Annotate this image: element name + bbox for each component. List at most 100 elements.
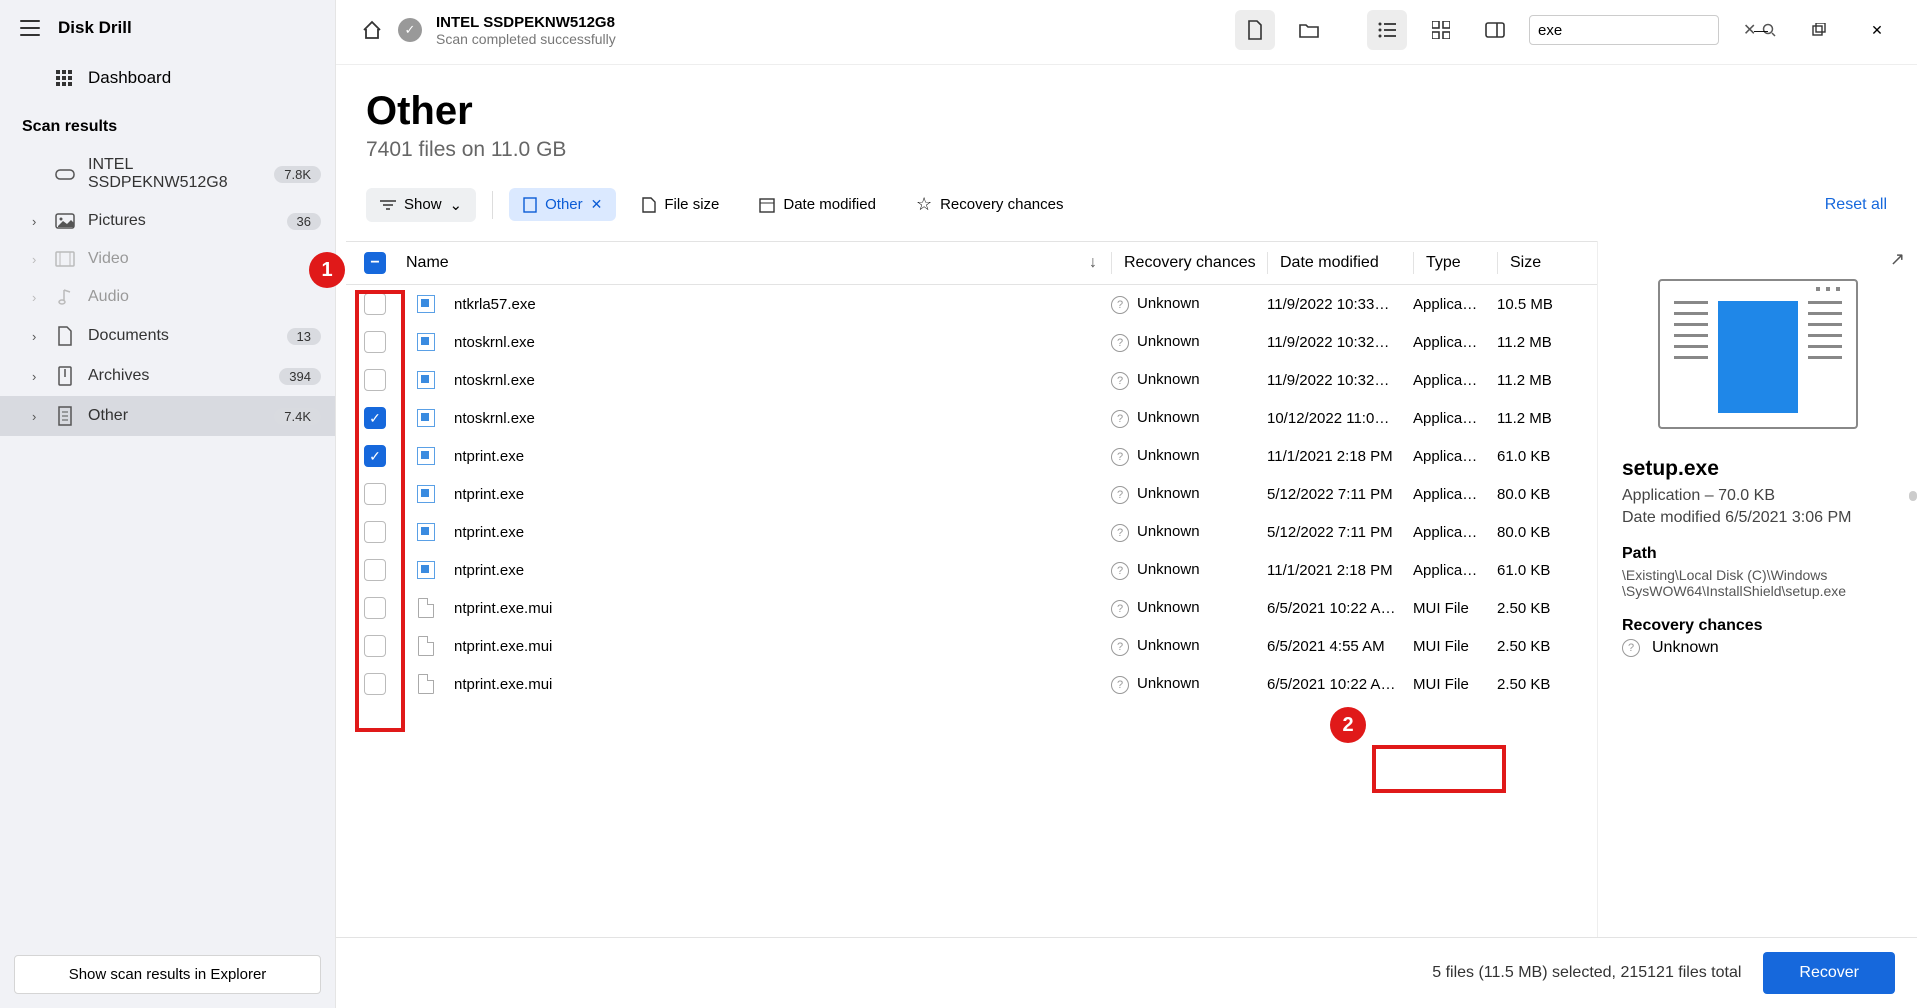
row-checkbox[interactable] xyxy=(364,331,386,353)
col-size[interactable]: Size xyxy=(1497,252,1597,274)
sidebar-item-audio[interactable]: › Audio xyxy=(0,278,335,316)
table-row[interactable]: ntoskrnl.exe?Unknown11/9/2022 10:32…Appl… xyxy=(346,361,1597,399)
toolbar-list-view-button[interactable] xyxy=(1367,10,1407,50)
toolbar-folder-button[interactable] xyxy=(1289,10,1329,50)
row-checkbox[interactable] xyxy=(364,673,386,695)
file-name: ntprint.exe xyxy=(454,562,524,579)
sidebar-item-pictures[interactable]: › Pictures 36 xyxy=(0,202,335,240)
chip-remove-icon[interactable]: ✕ xyxy=(591,196,603,213)
type-value: Applica… xyxy=(1413,448,1497,465)
recovery-value: Unknown xyxy=(1137,485,1200,502)
size-value: 11.2 MB xyxy=(1497,334,1597,351)
recchance-label: Recovery chances xyxy=(1622,617,1893,635)
table-row[interactable]: ntprint.exe?Unknown11/1/2021 2:18 PMAppl… xyxy=(346,551,1597,589)
table-row[interactable]: ✓ntprint.exe?Unknown11/1/2021 2:18 PMApp… xyxy=(346,437,1597,475)
row-checkbox[interactable]: ✓ xyxy=(364,445,386,467)
open-external-icon[interactable]: ↗ xyxy=(1890,249,1905,270)
scan-title: INTEL SSDPEKNW512G8 xyxy=(436,14,1221,31)
filesize-filter[interactable]: File size xyxy=(628,188,733,221)
row-checkbox[interactable] xyxy=(364,293,386,315)
recovery-value: Unknown xyxy=(1137,295,1200,312)
sidebar-item-other[interactable]: › Other 7.4K xyxy=(0,396,335,436)
path-label: Path xyxy=(1622,545,1893,563)
size-value: 61.0 KB xyxy=(1497,448,1597,465)
preview-image-icon xyxy=(1718,301,1798,413)
date-value: 10/12/2022 11:0… xyxy=(1267,410,1413,427)
maximize-button[interactable] xyxy=(1803,14,1835,46)
table-row[interactable]: ntprint.exe.mui?Unknown6/5/2021 10:22 A…… xyxy=(346,665,1597,703)
table-row[interactable]: ntprint.exe?Unknown5/12/2022 7:11 PMAppl… xyxy=(346,513,1597,551)
sidebar-item-video[interactable]: › Video xyxy=(0,240,335,278)
close-button[interactable]: ✕ xyxy=(1861,14,1893,46)
row-checkbox[interactable] xyxy=(364,369,386,391)
exe-icon xyxy=(417,523,435,541)
toolbar-panel-button[interactable] xyxy=(1475,10,1515,50)
type-value: MUI File xyxy=(1413,600,1497,617)
star-icon: ☆ xyxy=(916,194,932,215)
search-box[interactable]: ✕ xyxy=(1529,15,1719,45)
filter-row: Show ⌄ Other ✕ File size Date modified ☆… xyxy=(336,170,1917,241)
show-in-explorer-button[interactable]: Show scan results in Explorer xyxy=(14,955,321,994)
sort-arrow-icon[interactable]: ↓ xyxy=(1089,254,1097,272)
exe-icon xyxy=(417,485,435,503)
row-checkbox[interactable] xyxy=(364,635,386,657)
minimize-button[interactable]: — xyxy=(1745,14,1777,46)
col-date[interactable]: Date modified xyxy=(1267,252,1413,274)
sidebar-item-dashboard[interactable]: Dashboard xyxy=(0,56,335,100)
video-icon xyxy=(54,251,76,267)
row-checkbox[interactable] xyxy=(364,483,386,505)
filesize-label: File size xyxy=(664,196,719,213)
exe-icon xyxy=(417,371,435,389)
question-icon: ? xyxy=(1111,562,1129,580)
sidebar-item-disk[interactable]: INTEL SSDPEKNW512G8 7.8K xyxy=(0,146,335,202)
reset-all-link[interactable]: Reset all xyxy=(1825,196,1887,214)
show-filter[interactable]: Show ⌄ xyxy=(366,188,476,222)
other-filter-chip[interactable]: Other ✕ xyxy=(509,188,616,221)
col-type[interactable]: Type xyxy=(1413,252,1497,274)
col-recovery[interactable]: Recovery chances xyxy=(1111,252,1267,274)
recover-button[interactable]: Recover xyxy=(1763,952,1895,994)
toolbar-file-button[interactable] xyxy=(1235,10,1275,50)
datemod-filter[interactable]: Date modified xyxy=(745,188,890,221)
toolbar-grid-view-button[interactable] xyxy=(1421,10,1461,50)
type-value: Applica… xyxy=(1413,334,1497,351)
exe-icon xyxy=(417,409,435,427)
search-input[interactable] xyxy=(1538,22,1737,39)
table-row[interactable]: ntkrla57.exe?Unknown11/9/2022 10:33…Appl… xyxy=(346,285,1597,323)
sidebar-item-archives[interactable]: › Archives 394 xyxy=(0,356,335,396)
exe-icon xyxy=(417,333,435,351)
table-header: − Name ↓ Recovery chances Date modified … xyxy=(346,241,1597,285)
status-text: 5 files (11.5 MB) selected, 215121 files… xyxy=(1432,964,1741,982)
date-value: 5/12/2022 7:11 PM xyxy=(1267,486,1413,503)
table-row[interactable]: ntprint.exe.mui?Unknown6/5/2021 10:22 A…… xyxy=(346,589,1597,627)
recchance-filter[interactable]: ☆ Recovery chances xyxy=(902,186,1078,223)
question-icon: ? xyxy=(1111,296,1129,314)
row-checkbox[interactable]: ✓ xyxy=(364,407,386,429)
table-row[interactable]: ntprint.exe.mui?Unknown6/5/2021 4:55 AMM… xyxy=(346,627,1597,665)
file-name: ntkrla57.exe xyxy=(454,296,536,313)
file-name: ntprint.exe xyxy=(454,524,524,541)
type-value: Applica… xyxy=(1413,562,1497,579)
scrollbar[interactable] xyxy=(1909,491,1917,501)
file-name: ntprint.exe.mui xyxy=(454,676,552,693)
table-row[interactable]: ntprint.exe?Unknown5/12/2022 7:11 PMAppl… xyxy=(346,475,1597,513)
col-name[interactable]: Name xyxy=(406,254,449,272)
hamburger-icon[interactable] xyxy=(20,20,40,36)
sidebar-item-documents[interactable]: › Documents 13 xyxy=(0,316,335,356)
date-value: 11/1/2021 2:18 PM xyxy=(1267,448,1413,465)
exe-icon xyxy=(417,295,435,313)
row-checkbox[interactable] xyxy=(364,559,386,581)
sidebar-footer: Show scan results in Explorer xyxy=(0,941,335,1008)
table-row[interactable]: ntoskrnl.exe?Unknown11/9/2022 10:32…Appl… xyxy=(346,323,1597,361)
recovery-value: Unknown xyxy=(1137,447,1200,464)
row-checkbox[interactable] xyxy=(364,521,386,543)
row-checkbox[interactable] xyxy=(364,597,386,619)
type-value: Applica… xyxy=(1413,372,1497,389)
question-icon: ? xyxy=(1111,676,1129,694)
select-all-checkbox[interactable]: − xyxy=(364,252,386,274)
size-value: 2.50 KB xyxy=(1497,600,1597,617)
home-icon[interactable] xyxy=(360,18,384,42)
recchance-label: Recovery chances xyxy=(940,196,1063,213)
table-row[interactable]: ✓ntoskrnl.exe?Unknown10/12/2022 11:0…App… xyxy=(346,399,1597,437)
question-icon: ? xyxy=(1111,372,1129,390)
